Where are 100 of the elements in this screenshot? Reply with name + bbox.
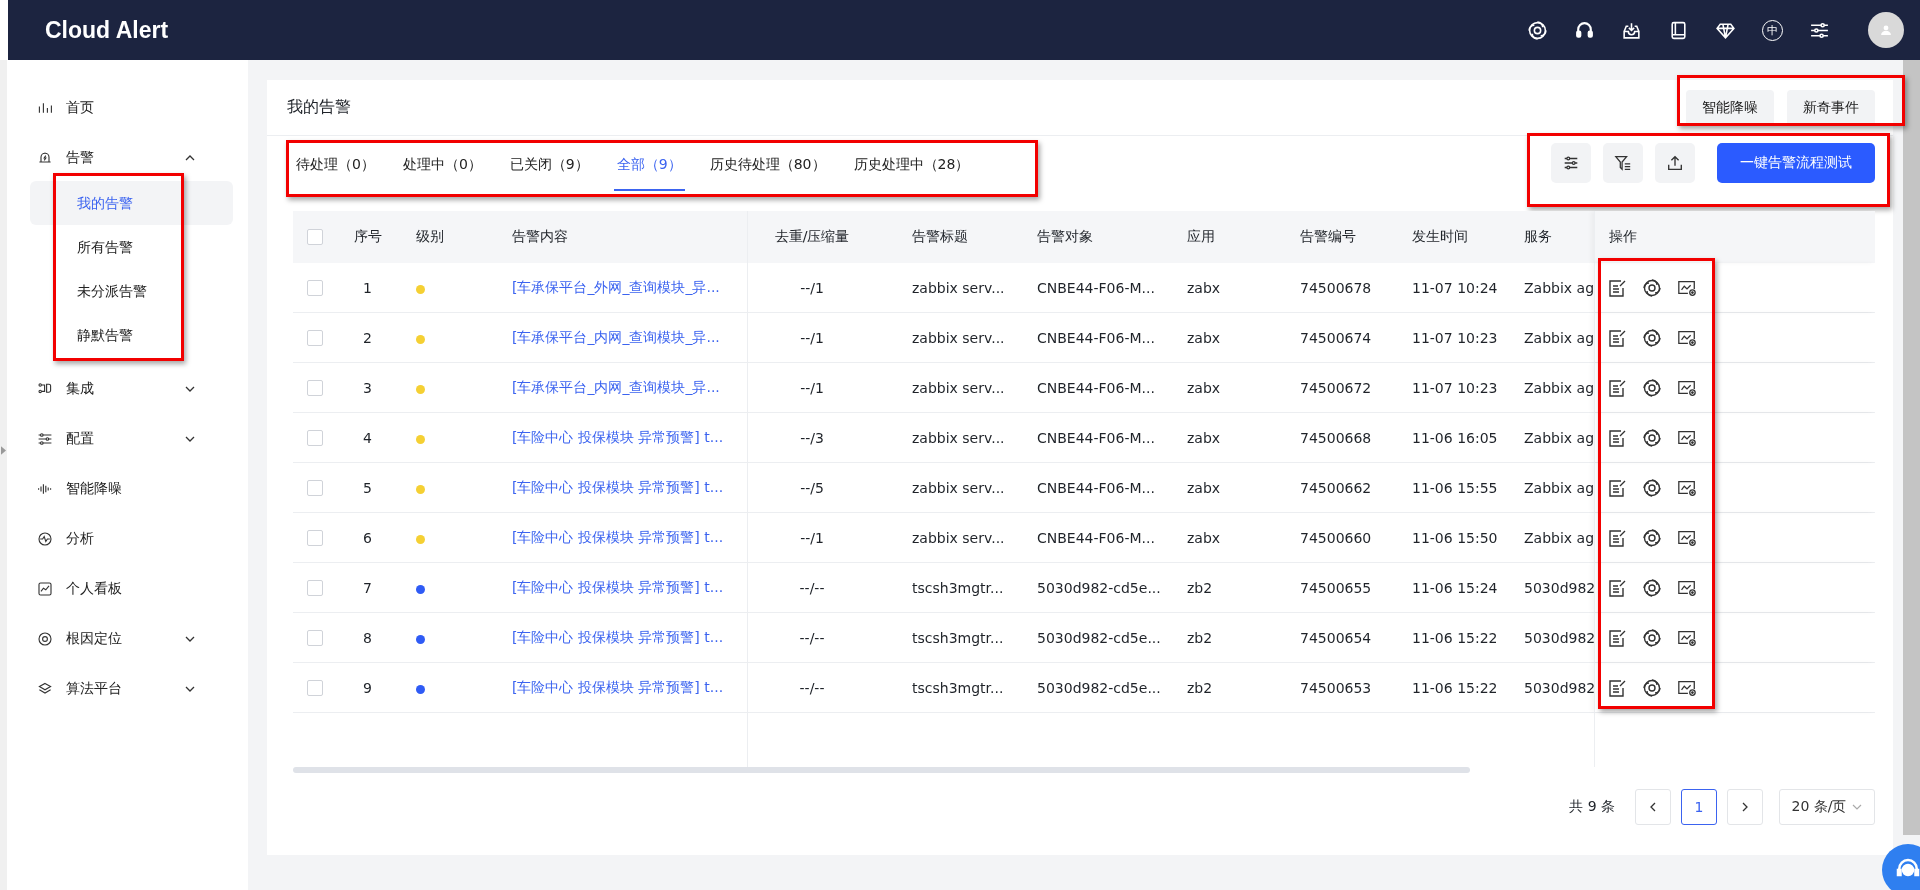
table-cell-text: tscsh3mgtr... bbox=[911, 578, 1005, 598]
checkbox[interactable] bbox=[307, 279, 323, 296]
nav-item[interactable]: 个人看板 bbox=[30, 564, 233, 614]
alert-link[interactable]: [车险中心 投保模块 异常预警] t... bbox=[512, 528, 724, 547]
table-cell-text: Zabbix ag bbox=[1523, 278, 1594, 298]
tab[interactable]: 全部（9） bbox=[613, 141, 685, 191]
submenu-item[interactable]: 静默告警 bbox=[30, 313, 233, 357]
table-cell-text: 74500668 bbox=[1299, 428, 1373, 448]
alert-link[interactable]: [车险中心 投保模块 异常预警] t... bbox=[512, 428, 724, 447]
settings-button[interactable] bbox=[1551, 143, 1591, 183]
checkbox[interactable] bbox=[307, 229, 323, 245]
chevron-right-icon bbox=[1740, 802, 1750, 812]
edit-note-icon[interactable] bbox=[1607, 627, 1627, 648]
checkbox[interactable] bbox=[307, 329, 323, 346]
nav-item[interactable]: 配置 bbox=[30, 414, 233, 464]
export-button[interactable] bbox=[1655, 143, 1695, 183]
table-cell-text: 5030d982 bbox=[1523, 678, 1594, 698]
user-avatar[interactable] bbox=[1868, 12, 1904, 48]
submenu-item[interactable]: 未分派告警 bbox=[30, 269, 233, 313]
edit-note-icon[interactable] bbox=[1607, 327, 1627, 348]
alert-link[interactable]: [车承保平台_外网_查询模块_异... bbox=[512, 278, 720, 297]
alert-link[interactable]: [车承保平台_内网_查询模块_异... bbox=[512, 378, 720, 397]
table-cell-text: CNBE44-F06-M... bbox=[1036, 278, 1156, 298]
table-cell-text: --/-- bbox=[798, 628, 826, 648]
table-cell-text: 11-06 15:50 bbox=[1411, 528, 1499, 548]
checkbox[interactable] bbox=[307, 629, 323, 646]
edit-note-icon[interactable] bbox=[1607, 677, 1627, 698]
nav-item[interactable]: 集成 bbox=[30, 364, 233, 414]
page-button[interactable]: 1 bbox=[1681, 789, 1717, 825]
table-cell-text: --/3 bbox=[799, 428, 825, 448]
tab[interactable]: 已关闭（9） bbox=[506, 141, 592, 191]
book-icon[interactable] bbox=[1668, 19, 1689, 41]
table-cell-text: 74500662 bbox=[1299, 478, 1373, 498]
alert-link[interactable]: [车险中心 投保模块 异常预警] t... bbox=[512, 678, 724, 697]
nav-item[interactable]: 分析 bbox=[30, 514, 233, 564]
table-cell-text: 74500655 bbox=[1299, 578, 1373, 598]
tab[interactable]: 待处理（0） bbox=[293, 141, 378, 191]
edit-note-icon[interactable] bbox=[1607, 577, 1627, 598]
checkbox[interactable] bbox=[307, 479, 323, 496]
edit-note-icon[interactable] bbox=[1607, 377, 1627, 398]
nav-item[interactable]: 智能降噪 bbox=[30, 464, 233, 514]
table-cell-text: 5030d982 bbox=[1523, 578, 1594, 598]
chevron-down-icon bbox=[1852, 804, 1863, 810]
horizontal-scrollbar[interactable] bbox=[293, 767, 1470, 773]
collapse-handle-icon[interactable] bbox=[1, 446, 6, 455]
table-cell-text: --/-- bbox=[798, 578, 826, 598]
checkbox[interactable] bbox=[307, 679, 323, 696]
table-cell-text: Zabbix ag bbox=[1523, 328, 1594, 348]
alert-link[interactable]: [车险中心 投保模块 异常预警] t... bbox=[512, 628, 724, 647]
table-cell-text: zabx bbox=[1186, 278, 1222, 298]
table-cell-text: zabbix serv... bbox=[911, 278, 1006, 298]
table-cell-text: tscsh3mgtr... bbox=[911, 678, 1005, 698]
table-cell-text: --/5 bbox=[799, 478, 825, 498]
checkbox[interactable] bbox=[307, 379, 323, 396]
tab[interactable]: 处理中（0） bbox=[399, 141, 485, 191]
page-size-select[interactable]: 20 条/页 bbox=[1779, 789, 1875, 825]
table-cell-text: CNBE44-F06-M... bbox=[1036, 428, 1156, 448]
nav-item[interactable]: 告警 bbox=[30, 133, 233, 183]
column-header: 告警编号 bbox=[1299, 227, 1357, 246]
bar-chart-icon bbox=[37, 100, 53, 116]
filter-button[interactable] bbox=[1603, 143, 1643, 183]
table-cell-text: Zabbix ag bbox=[1523, 528, 1594, 548]
submenu-item[interactable]: 所有告警 bbox=[30, 225, 233, 269]
table-cell-text: --/1 bbox=[799, 278, 825, 298]
alert-link[interactable]: [车承保平台_内网_查询模块_异... bbox=[512, 328, 720, 347]
alert-link[interactable]: [车险中心 投保模块 异常预警] t... bbox=[512, 478, 724, 497]
table-cell-text: 8 bbox=[362, 628, 373, 648]
table-cell-text: zabbix serv... bbox=[911, 378, 1006, 398]
table-cell-text: 11-07 10:23 bbox=[1411, 378, 1499, 398]
table-cell-text: 74500674 bbox=[1299, 328, 1373, 348]
nav-item[interactable]: 根因定位 bbox=[30, 614, 233, 664]
tab[interactable]: 历史处理中（28） bbox=[850, 141, 973, 191]
checkbox[interactable] bbox=[307, 429, 323, 446]
column-header: 告警内容 bbox=[496, 211, 748, 263]
checkbox[interactable] bbox=[307, 529, 323, 546]
table-cell-text: Zabbix ag bbox=[1523, 428, 1594, 448]
headset-icon[interactable] bbox=[1574, 19, 1595, 41]
table-cell-text: 5 bbox=[362, 478, 373, 498]
tab[interactable]: 历史待处理（80） bbox=[706, 141, 829, 191]
table-cell-text: --/1 bbox=[799, 328, 825, 348]
chevron-down-icon bbox=[185, 436, 195, 442]
table-cell-text: 9 bbox=[362, 678, 373, 698]
vertical-scrollbar[interactable] bbox=[1903, 60, 1920, 835]
nav-item[interactable]: 首页 bbox=[30, 83, 233, 133]
table-cell-text: zabx bbox=[1186, 428, 1222, 448]
checkbox[interactable] bbox=[307, 579, 323, 596]
table-cell-text: 11-06 16:05 bbox=[1411, 428, 1499, 448]
alert-link[interactable]: [车险中心 投保模块 异常预警] t... bbox=[512, 578, 724, 597]
pulse-icon bbox=[37, 531, 53, 547]
primary-button[interactable]: 一键告警流程测试 bbox=[1717, 143, 1875, 183]
edit-note-icon[interactable] bbox=[1607, 527, 1627, 548]
table-cell-text: --/1 bbox=[799, 378, 825, 398]
edit-note-icon[interactable] bbox=[1607, 477, 1627, 498]
edit-note-icon[interactable] bbox=[1607, 277, 1627, 298]
edit-note-icon[interactable] bbox=[1607, 427, 1627, 448]
table-cell-text: CNBE44-F06-M... bbox=[1036, 378, 1156, 398]
table-cell-text: 11-06 15:55 bbox=[1411, 478, 1499, 498]
table-cell-text: zabbix serv... bbox=[911, 428, 1006, 448]
submenu-item[interactable]: 我的告警 bbox=[30, 181, 233, 225]
nav-item[interactable]: 算法平台 bbox=[30, 664, 233, 714]
